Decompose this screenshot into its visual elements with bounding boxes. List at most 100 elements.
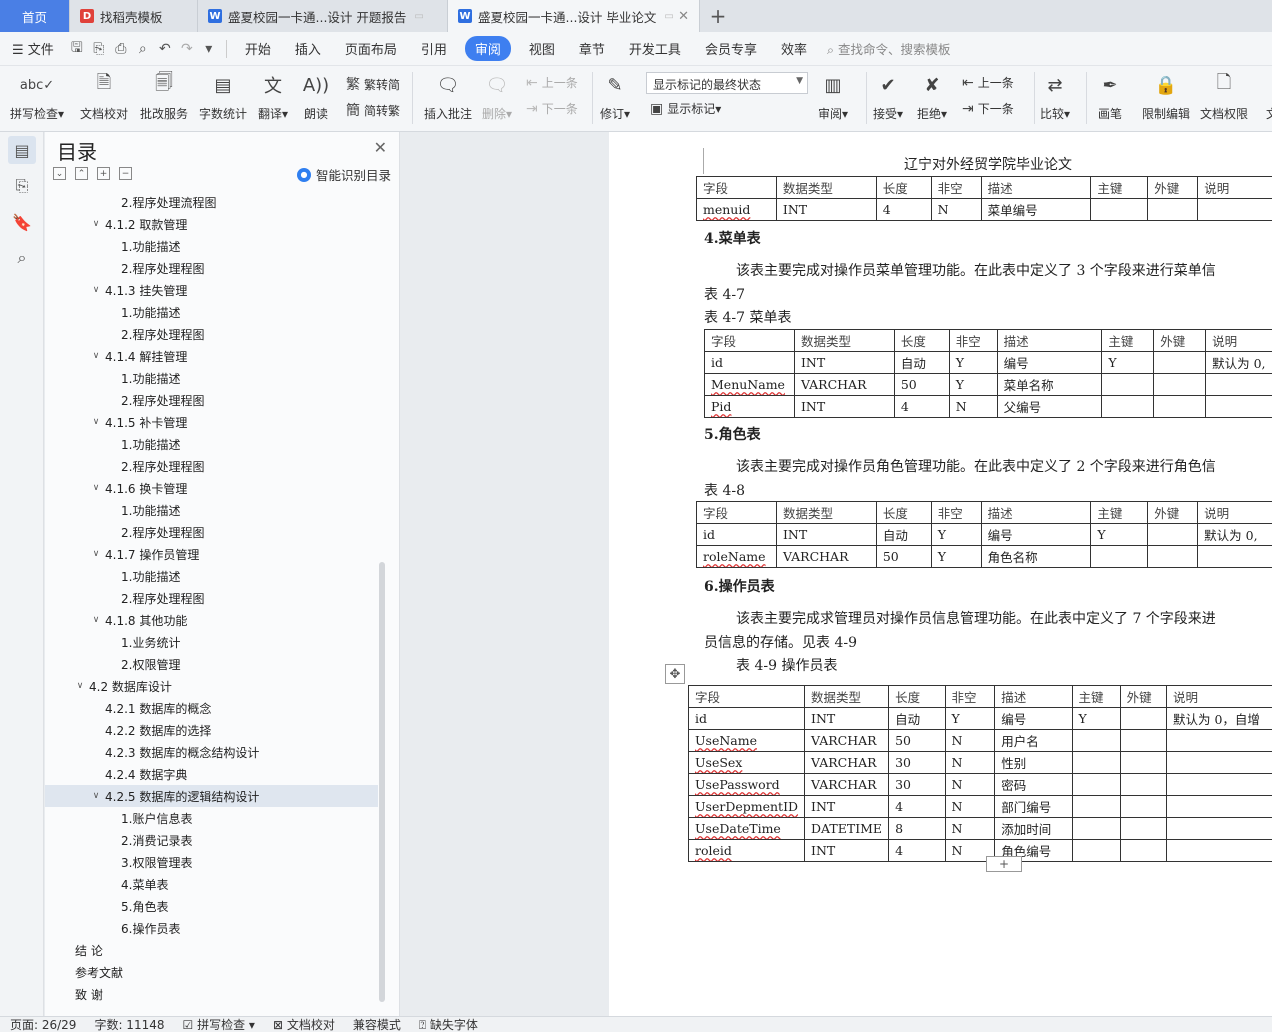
toc-item[interactable]: ∨ 4.1.6 换卡管理 (45, 477, 378, 499)
toc-item[interactable]: 结 论 (45, 939, 378, 961)
toc-item[interactable]: 2.程序处理程图 (45, 587, 378, 609)
save-icon[interactable]: 🖫 (66, 38, 88, 60)
chevron-down-icon[interactable]: ∨ (89, 549, 103, 559)
restrict-edit-button[interactable]: 🔒 限制编辑 (1142, 70, 1190, 122)
chevron-down-icon[interactable]: ∨ (89, 483, 103, 493)
word-count-indicator[interactable]: 字数: 11148 (94, 1016, 164, 1032)
chevron-down-icon[interactable]: ∨ (89, 219, 103, 229)
read-aloud-button[interactable]: A)) 朗读 (302, 70, 330, 122)
toc-item[interactable]: 1.账户信息表 (45, 807, 378, 829)
add-heading-icon[interactable]: + (97, 167, 110, 180)
search-icon[interactable]: ⌕ (8, 244, 36, 272)
toc-item[interactable]: 2.程序处理程图 (45, 323, 378, 345)
tab-proposal-doc[interactable]: W 盛夏校园一卡通...设计 开题报告 ▭ (198, 0, 448, 32)
batch-service-button[interactable]: 🗐 批改服务 (140, 70, 188, 122)
menu-start[interactable]: 开始 (233, 39, 283, 58)
menu-insert[interactable]: 插入 (283, 39, 333, 58)
toc-item[interactable]: 4.2.1 数据库的概念 (45, 697, 378, 719)
doc-check-status[interactable]: ⊠ 文档校对 (273, 1016, 335, 1032)
toc-item[interactable]: ∨ 4.1.2 取款管理 (45, 213, 378, 235)
toc-item[interactable]: 1.功能描述 (45, 367, 378, 389)
reject-button[interactable]: ✘ 拒绝▾ (917, 70, 947, 122)
prev-comment-button[interactable]: ⇤ 上一条 (526, 74, 578, 91)
toc-item[interactable]: 1.业务统计 (45, 631, 378, 653)
toc-item[interactable]: ∨ 4.1.4 解挂管理 (45, 345, 378, 367)
next-change-button[interactable]: ⇥ 下一条 (962, 100, 1014, 117)
compare-button[interactable]: ⇄ 比较▾ (1040, 70, 1070, 122)
toc-item[interactable]: ∨ 4.1.3 挂失管理 (45, 279, 378, 301)
add-row-button[interactable]: + (986, 856, 1022, 872)
close-icon[interactable]: ✕ (374, 138, 387, 157)
menu-efficiency[interactable]: 效率 (769, 39, 819, 58)
simp-to-trad-button[interactable]: 簡简转繁 (346, 100, 400, 120)
toc-item[interactable]: 1.功能描述 (45, 499, 378, 521)
expand-all-icon[interactable]: ⌃ (75, 167, 88, 180)
preview-icon[interactable]: ⌕ (132, 38, 154, 60)
redo-icon[interactable]: ↷ (176, 38, 198, 60)
more-icon[interactable]: ▾ (198, 38, 220, 60)
undo-icon[interactable]: ↶ (154, 38, 176, 60)
toc-item[interactable]: 3.权限管理表 (45, 851, 378, 873)
prev-change-button[interactable]: ⇤ 上一条 (962, 74, 1014, 91)
bookmark-icon[interactable]: 🔖 (8, 208, 36, 236)
next-comment-button[interactable]: ⇥ 下一条 (526, 100, 578, 117)
menu-member[interactable]: 会员专享 (693, 39, 769, 58)
command-search[interactable]: ⌕ 查找命令、搜索模板 (827, 39, 951, 58)
toc-item[interactable]: ∨ 4.1.5 补卡管理 (45, 411, 378, 433)
toc-panel-icon[interactable]: ▤ (8, 136, 36, 164)
toc-item[interactable]: 1.功能描述 (45, 565, 378, 587)
toc-item[interactable]: 4.2.2 数据库的选择 (45, 719, 378, 741)
menu-reference[interactable]: 引用 (409, 39, 459, 58)
tab-home[interactable]: 首页 (0, 0, 70, 32)
toc-item[interactable]: ∨ 4.2.5 数据库的逻辑结构设计 (45, 785, 378, 807)
chevron-down-icon[interactable]: ∨ (89, 417, 103, 427)
menu-dev-tools[interactable]: 开发工具 (617, 39, 693, 58)
export-icon[interactable]: ⎘ (88, 38, 110, 60)
pen-button[interactable]: ✒ 画笔 (1096, 70, 1124, 122)
toc-item[interactable]: 5.角色表 (45, 895, 378, 917)
toc-item[interactable]: 2.程序处理程图 (45, 521, 378, 543)
toc-item[interactable]: 2.消费记录表 (45, 829, 378, 851)
toc-scrollbar[interactable] (379, 562, 385, 1002)
tab-thesis-doc[interactable]: W 盛夏校园一卡通...设计 毕业论文 ▭ ✕ (448, 0, 700, 32)
chevron-down-icon[interactable]: ∨ (89, 791, 103, 801)
table-move-handle-icon[interactable]: ✥ (665, 664, 685, 684)
tab-docer-templates[interactable]: D 找稻壳模板 (70, 0, 198, 32)
file-menu[interactable]: ☰ 文件 (0, 39, 66, 58)
toc-item[interactable]: 4.菜单表 (45, 873, 378, 895)
remove-heading-icon[interactable]: − (119, 167, 132, 180)
chevron-down-icon[interactable]: ∨ (73, 681, 87, 691)
page-indicator[interactable]: 页面: 26/29 (10, 1016, 76, 1032)
toc-item[interactable]: 致 谢 (45, 983, 378, 1005)
chevron-down-icon[interactable]: ∨ (89, 351, 103, 361)
toc-item[interactable]: 2.程序处理流程图 (45, 191, 378, 213)
close-tab-icon[interactable]: ✕ (678, 9, 689, 24)
smart-toc-button[interactable]: ● 智能识别目录 (296, 165, 391, 184)
toc-item[interactable]: 1.功能描述 (45, 433, 378, 455)
toc-item[interactable]: 2.权限管理 (45, 653, 378, 675)
collapse-all-icon[interactable]: ⌄ (53, 167, 66, 180)
spell-check-button[interactable]: abc✓ 拼写检查▾ (10, 70, 64, 122)
toc-item[interactable]: 4.2.4 数据字典 (45, 763, 378, 785)
new-tab-button[interactable]: + (700, 0, 736, 32)
delete-comment-button[interactable]: 🗨 删除▾ (482, 70, 512, 122)
toc-item[interactable]: 1.功能描述 (45, 301, 378, 323)
insert-comment-button[interactable]: 🗨 插入批注 (424, 70, 472, 122)
doc-check-button[interactable]: 🗎 文档校对 (80, 70, 128, 122)
menu-view[interactable]: 视图 (517, 39, 567, 58)
toc-item[interactable]: 4.2.3 数据库的概念结构设计 (45, 741, 378, 763)
print-icon[interactable]: ⎙ (110, 38, 132, 60)
menu-review[interactable]: 审阅 (464, 36, 511, 61)
translate-button[interactable]: 文翻译▾ (258, 70, 288, 122)
chevron-down-icon[interactable]: ∨ (89, 615, 103, 625)
trad-to-simp-button[interactable]: 繁繁转简 (346, 74, 400, 94)
toc-item[interactable]: 1.功能描述 (45, 235, 378, 257)
missing-font-button[interactable]: ⍰ 缺失字体 (419, 1016, 478, 1032)
show-marks-button[interactable]: ▣ 显示标记 ▾ (650, 100, 721, 117)
markup-state-select[interactable]: 显示标记的最终状态 ▼ (646, 72, 808, 94)
chapter-nav-icon[interactable]: ⎘ (8, 172, 36, 200)
toc-item[interactable]: ∨ 4.2 数据库设计 (45, 675, 378, 697)
toc-item[interactable]: 2.程序处理程图 (45, 455, 378, 477)
toc-item[interactable]: 6.操作员表 (45, 917, 378, 939)
toc-item[interactable]: 2.程序处理程图 (45, 389, 378, 411)
